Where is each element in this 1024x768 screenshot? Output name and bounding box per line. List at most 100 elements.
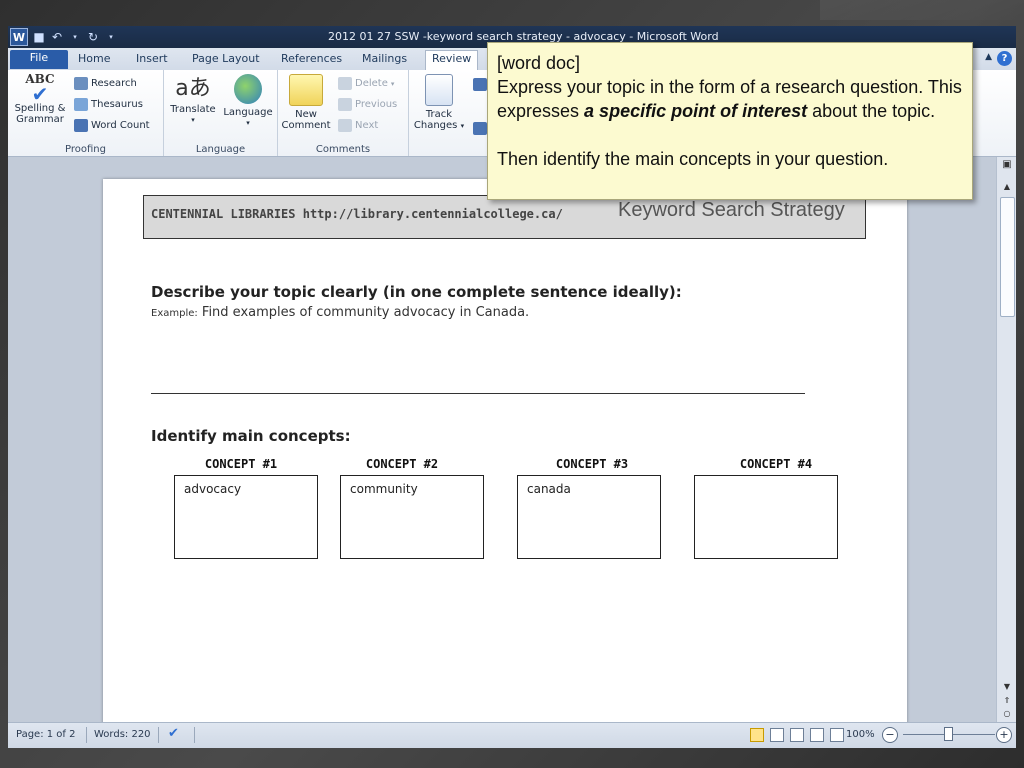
status-bar: Page: 1 of 2 Words: 220 ✔ 100% − + [8, 722, 1016, 748]
view-buttons [750, 728, 844, 742]
zoom-level[interactable]: 100% [846, 729, 875, 740]
new-comment-label-2: Comment [281, 120, 331, 131]
markup-icon[interactable] [473, 78, 487, 91]
track-dropdown-icon: ▾ [460, 122, 465, 130]
status-divider [86, 727, 87, 743]
callout-spacer [497, 123, 967, 147]
tab-home[interactable]: Home [72, 51, 116, 69]
spelling-label-2: Grammar [16, 114, 64, 125]
track-label-2-row: Changes ▾ [411, 120, 467, 132]
status-divider [194, 727, 195, 743]
reviewing-pane-icon[interactable] [473, 122, 487, 135]
word-logo-icon[interactable]: W [10, 28, 28, 46]
help-icon[interactable]: ? [997, 51, 1012, 66]
word-count-button[interactable]: Word Count [74, 119, 150, 132]
concept-3-value: canada [527, 482, 571, 496]
thesaurus-icon [74, 98, 88, 111]
concept-2-value: community [350, 482, 418, 496]
scroll-up-icon[interactable]: ▲ [999, 181, 1015, 193]
save-icon[interactable]: ■ [32, 30, 46, 44]
redo-icon[interactable]: ↻ [86, 30, 100, 44]
callout-emphasis: a specific point of interest [584, 101, 808, 121]
spelling-label-1: Spelling & [14, 103, 66, 114]
thesaurus-button[interactable]: Thesaurus [74, 98, 143, 111]
zoom-slider-thumb[interactable] [944, 727, 953, 741]
research-icon [74, 77, 88, 90]
web-layout-view-icon[interactable] [790, 728, 804, 742]
tab-references[interactable]: References [275, 51, 348, 69]
research-label: Research [91, 78, 137, 89]
language-globe-icon [234, 74, 262, 104]
scroll-thumb[interactable] [1000, 197, 1015, 317]
tab-file[interactable]: File [10, 50, 68, 69]
translate-button[interactable]: aあ Translate ▾ [168, 74, 218, 126]
customize-qat-icon[interactable]: ▾ [104, 33, 118, 41]
draft-view-icon[interactable] [830, 728, 844, 742]
previous-comment-button[interactable]: Previous [338, 98, 397, 111]
dropdown-arrow-icon[interactable]: ▾ [68, 33, 82, 41]
callout-line-2-suffix: about the topic. [807, 101, 936, 121]
scroll-down-icon[interactable]: ▼ [999, 681, 1015, 693]
concept-4-label: CONCEPT #4 [739, 457, 813, 471]
browse-object-icon[interactable]: ○ [999, 708, 1015, 720]
concept-1-value: advocacy [184, 482, 242, 496]
previous-page-icon[interactable]: ⇑ [999, 695, 1015, 707]
research-button[interactable]: Research [74, 77, 137, 90]
translate-icon: aあ [175, 76, 211, 101]
example-label: Example: [151, 308, 198, 319]
language-dropdown-icon: ▾ [246, 119, 250, 127]
concept-4-box[interactable] [694, 475, 838, 559]
zoom-in-icon[interactable]: + [996, 727, 1012, 743]
tab-mailings[interactable]: Mailings [356, 51, 413, 69]
callout-line-3: Then identify the main concepts in your … [497, 149, 889, 169]
track-label-2: Changes [413, 120, 458, 131]
ruler-toggle-icon[interactable]: ▣ [999, 159, 1015, 171]
group-proofing: ABC ✔ Spelling & Grammar Research Thesau… [8, 70, 164, 156]
delete-dropdown-icon: ▾ [390, 79, 395, 88]
concept-1-label: CONCEPT #1 [204, 457, 278, 471]
document-area: CENTENNIAL LIBRARIES http://library.cent… [8, 157, 996, 722]
vertical-scrollbar[interactable]: ▣ ▲ ▼ ⇑ ○ [996, 157, 1016, 722]
delete-comment-button[interactable]: Delete ▾ [338, 77, 394, 90]
group-comments: New Comment Delete ▾ Previous Next Comme… [278, 70, 409, 156]
language-button[interactable]: Language ▾ [220, 74, 276, 129]
undo-icon[interactable]: ↶ [50, 30, 64, 44]
group-language: aあ Translate ▾ Language ▾ Language [164, 70, 278, 156]
translate-label: Translate [170, 104, 216, 115]
previous-comment-icon [338, 98, 352, 111]
quick-access-toolbar: W ■ ↶ ▾ ↻ ▾ [10, 28, 118, 46]
callout-note: [word doc] Express your topic in the for… [487, 42, 973, 200]
page-count[interactable]: Page: 1 of 2 [16, 729, 75, 740]
word-count-label: Word Count [91, 120, 150, 131]
tab-review[interactable]: Review [425, 50, 479, 70]
outline-view-icon[interactable] [810, 728, 824, 742]
concept-2-label: CONCEPT #2 [365, 457, 439, 471]
new-comment-button[interactable]: New Comment [280, 74, 332, 131]
group-label-comments: Comments [315, 144, 371, 155]
next-label: Next [355, 120, 379, 131]
spelling-grammar-button[interactable]: ABC ✔ Spelling & Grammar [10, 73, 70, 125]
callout-text: [word doc] Express your topic in the for… [497, 51, 967, 171]
print-layout-view-icon[interactable] [750, 728, 764, 742]
thesaurus-label: Thesaurus [91, 99, 143, 110]
describe-topic-heading: Describe your topic clearly (in one comp… [151, 283, 682, 301]
proofing-check-icon: ✔ [31, 82, 49, 106]
delete-label: Delete [355, 78, 388, 89]
next-comment-button[interactable]: Next [338, 119, 378, 132]
concept-1-box[interactable]: advocacy [174, 475, 318, 559]
concept-3-box[interactable]: canada [517, 475, 661, 559]
header-organization: CENTENNIAL LIBRARIES http://library.cent… [151, 207, 563, 221]
proofing-status-icon[interactable]: ✔ [168, 726, 179, 741]
callout-line-1: [word doc] [497, 53, 581, 73]
collapse-ribbon-icon[interactable]: ▲ [985, 52, 992, 62]
track-changes-button[interactable]: Track Changes ▾ [411, 74, 467, 132]
tab-insert[interactable]: Insert [130, 51, 174, 69]
word-count[interactable]: Words: 220 [94, 729, 151, 740]
full-screen-reading-view-icon[interactable] [770, 728, 784, 742]
zoom-out-icon[interactable]: − [882, 727, 898, 743]
concept-2-box[interactable]: community [340, 475, 484, 559]
status-divider [158, 727, 159, 743]
group-label-language: Language [195, 144, 246, 155]
document-page[interactable]: CENTENNIAL LIBRARIES http://library.cent… [103, 179, 907, 722]
tab-page-layout[interactable]: Page Layout [186, 51, 266, 69]
